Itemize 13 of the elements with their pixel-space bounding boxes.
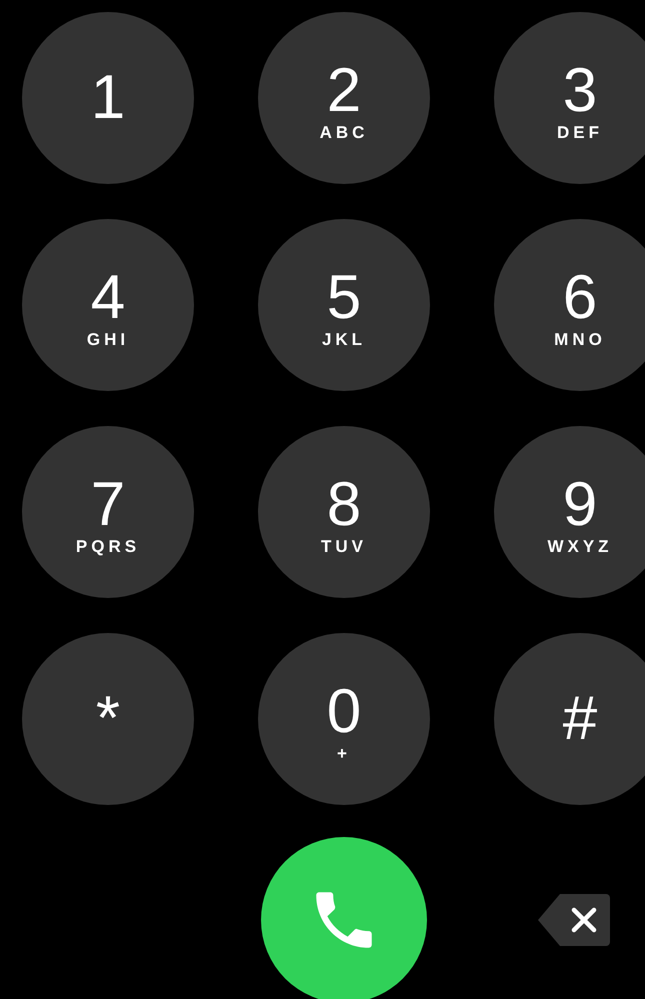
- keypad-key[interactable]: 7 PQRS: [22, 426, 194, 598]
- keypad-key[interactable]: 2 ABC: [258, 12, 430, 184]
- keypad-key[interactable]: 1: [22, 12, 194, 184]
- backspace-icon: [536, 892, 612, 948]
- keypad-key[interactable]: 0 +: [258, 633, 430, 805]
- keypad-key[interactable]: 8 TUV: [258, 426, 430, 598]
- keypad-key[interactable]: 5 JKL: [258, 219, 430, 391]
- keypad-key[interactable]: 9 WXYZ: [494, 426, 645, 598]
- keypad-key[interactable]: 4 GHI: [22, 219, 194, 391]
- keypad-key[interactable]: *: [22, 633, 194, 805]
- keypad-key[interactable]: #: [494, 633, 645, 805]
- keypad-key[interactable]: 3 DEF: [494, 12, 645, 184]
- keypad-key[interactable]: 6 MNO: [494, 219, 645, 391]
